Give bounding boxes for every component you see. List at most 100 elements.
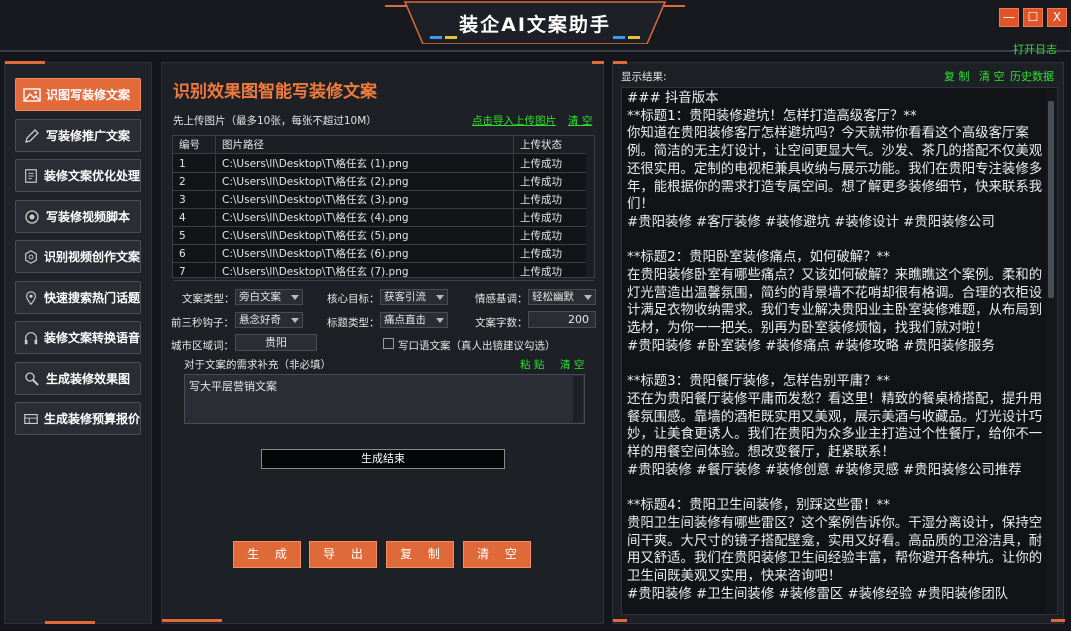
close-button[interactable]: X bbox=[1047, 8, 1067, 27]
page-title: 识别效果图智能写装修文案 bbox=[173, 82, 377, 102]
row-path: C:\Users\ll\Desktop\T\格任玄 (6).png bbox=[216, 245, 514, 263]
column-header-index: 编号 bbox=[173, 136, 216, 154]
clear-button[interactable]: 清 空 bbox=[463, 541, 531, 568]
sidebar-item-copy-optimize[interactable]: 装修文案优化处理 bbox=[15, 159, 141, 192]
panel-accent bbox=[162, 619, 222, 622]
paste-link[interactable]: 粘 贴 bbox=[520, 357, 544, 372]
word-count-input[interactable]: 200 bbox=[528, 311, 596, 328]
row-path: C:\Users\ll\Desktop\T\格任玄 (1).png bbox=[216, 155, 514, 173]
copy-type-select[interactable]: 旁白文案 bbox=[235, 289, 303, 305]
sidebar-item-video-script[interactable]: 写装修视频脚本 bbox=[15, 200, 141, 233]
sidebar-item-promo-copy[interactable]: 写装修推广文案 bbox=[15, 119, 141, 152]
camera-icon bbox=[25, 209, 39, 224]
table-row[interactable]: 4 C:\Users\ll\Desktop\T\格任玄 (4).png 上传成功 bbox=[173, 209, 594, 227]
tone-select[interactable]: 轻松幽默 bbox=[528, 289, 596, 305]
row-index: 1 bbox=[173, 155, 216, 173]
app-title: 装企AI文案助手 bbox=[459, 14, 611, 36]
clear-supplement-link[interactable]: 清 空 bbox=[560, 357, 584, 372]
chevron-down-icon bbox=[436, 295, 444, 300]
oral-copy-label: 写口语文案（真人出镜建议勾选） bbox=[398, 340, 556, 352]
hook-select[interactable]: 悬念好奇 bbox=[235, 312, 303, 328]
title-type-value: 痛点直击 bbox=[384, 314, 426, 326]
chevron-down-icon bbox=[584, 295, 592, 300]
sidebar-item-label: 生成装修预算报价 bbox=[43, 412, 140, 426]
row-status: 上传成功 bbox=[520, 248, 562, 260]
image-icon bbox=[23, 87, 41, 102]
table-row[interactable]: 1 C:\Users\ll\Desktop\T\格任玄 (1).png 上传成功 bbox=[173, 155, 594, 173]
clear-images-link[interactable]: 清 空 bbox=[568, 113, 592, 128]
copy-button[interactable]: 复 制 bbox=[386, 541, 454, 568]
textarea-scrollbar[interactable] bbox=[573, 376, 583, 422]
export-button[interactable]: 导 出 bbox=[309, 541, 377, 568]
sidebar-item-label: 写装修视频脚本 bbox=[46, 210, 131, 224]
row-status: 上传成功 bbox=[520, 266, 562, 278]
sidebar-item-hot-topics[interactable]: 快速搜索热门话题 bbox=[15, 281, 141, 314]
row-status: 上传成功 bbox=[520, 158, 562, 170]
oral-copy-checkbox[interactable] bbox=[383, 338, 394, 349]
row-path: C:\Users\ll\Desktop\T\格任玄 (5).png bbox=[216, 227, 514, 245]
generate-button[interactable]: 生 成 bbox=[233, 541, 301, 568]
title-type-label: 标题类型： bbox=[327, 317, 380, 329]
column-header-path: 图片路径 bbox=[216, 136, 514, 154]
table-row[interactable]: 7 C:\Users\ll\Desktop\T\格任玄 (7).png 上传成功 bbox=[173, 263, 594, 281]
title-bar-divider bbox=[0, 50, 1071, 52]
sidebar-item-label: 生成装修效果图 bbox=[46, 372, 131, 386]
panel-accent bbox=[1051, 619, 1065, 622]
sidebar-item-render-image[interactable]: 生成装修效果图 bbox=[15, 362, 141, 395]
copy-type-label: 文案类型： bbox=[182, 293, 235, 305]
maximize-button[interactable]: ☐ bbox=[1023, 8, 1043, 27]
upload-hint: 先上传图片（最多10张，每张不超过10M） bbox=[173, 115, 377, 127]
minimize-button[interactable]: — bbox=[999, 8, 1019, 27]
import-images-link[interactable]: 点击导入上传图片 bbox=[472, 113, 556, 128]
status-bar: 生成结束 bbox=[261, 449, 505, 469]
table-header: 编号 图片路径 上传状态 bbox=[173, 136, 594, 154]
tone-value: 轻松幽默 bbox=[532, 291, 574, 303]
result-scrollbar[interactable] bbox=[1046, 89, 1056, 613]
main-panel: 识别效果图智能写装修文案 先上传图片（最多10张，每张不超过10M） 点击导入上… bbox=[161, 61, 604, 624]
headphones-icon bbox=[24, 331, 38, 344]
result-textbox[interactable]: ### 抖音版本 **标题1：贵阳装修避坑！怎样打造高级客厅？** 你知道在贵阳… bbox=[621, 87, 1058, 615]
image-table: 编号 图片路径 上传状态 1 C:\Users\ll\Desktop\T\格任玄 … bbox=[172, 135, 595, 281]
core-goal-label: 核心目标： bbox=[327, 293, 380, 305]
row-status: 上传成功 bbox=[520, 176, 562, 188]
row-path: C:\Users\ll\Desktop\T\格任玄 (7).png bbox=[216, 263, 514, 281]
sidebar-item-label: 识图写装修文案 bbox=[46, 88, 131, 102]
video-settings-icon bbox=[25, 249, 37, 264]
sidebar-item-budget-quote[interactable]: 生成装修预算报价 bbox=[15, 402, 141, 435]
sidebar-item-text-to-speech[interactable]: 装修文案转换语音 bbox=[15, 321, 141, 354]
sidebar-item-image-copy[interactable]: 识图写装修文案 bbox=[15, 78, 141, 111]
sidebar-item-label: 装修文案优化处理 bbox=[43, 169, 140, 183]
sidebar-item-video-recognize[interactable]: 识别视频创作文案 bbox=[15, 240, 141, 273]
title-type-select[interactable]: 痛点直击 bbox=[380, 312, 448, 328]
result-text: ### 抖音版本 **标题1：贵阳装修避坑！怎样打造高级客厅？** 你知道在贵阳… bbox=[627, 91, 1043, 602]
table-scrollbar[interactable] bbox=[586, 136, 594, 277]
row-index: 5 bbox=[173, 227, 216, 245]
sidebar-item-label: 装修文案转换语音 bbox=[43, 331, 140, 345]
word-count-label: 文案字数： bbox=[475, 317, 528, 329]
table-row[interactable]: 5 C:\Users\ll\Desktop\T\格任玄 (5).png 上传成功 bbox=[173, 227, 594, 245]
open-log-link[interactable]: 打开日志 bbox=[1013, 41, 1057, 57]
history-link[interactable]: 历史数据 bbox=[1010, 68, 1054, 84]
row-index: 6 bbox=[173, 245, 216, 263]
supplement-label: 对于文案的需求补充（非必填） bbox=[184, 359, 331, 371]
city-input[interactable]: 贵阳 bbox=[235, 334, 317, 351]
table-row[interactable]: 3 C:\Users\ll\Desktop\T\格任玄 (3).png 上传成功 bbox=[173, 191, 594, 209]
sidebar-item-label: 识别视频创作文案 bbox=[43, 250, 140, 264]
clear-result-link[interactable]: 清 空 bbox=[979, 68, 1005, 84]
copy-type-value: 旁白文案 bbox=[239, 291, 281, 303]
result-scroll-thumb[interactable] bbox=[1048, 101, 1054, 298]
copy-result-link[interactable]: 复 制 bbox=[944, 68, 970, 84]
core-goal-select[interactable]: 获客引流 bbox=[380, 289, 448, 305]
panel-accent bbox=[613, 619, 627, 622]
result-label: 显示结果: bbox=[621, 71, 667, 83]
supplement-textarea[interactable]: 写大平层营销文案 bbox=[184, 374, 585, 424]
row-index: 3 bbox=[173, 191, 216, 209]
location-search-icon bbox=[25, 290, 37, 305]
panel-accent bbox=[592, 61, 604, 64]
brush-icon bbox=[25, 371, 39, 386]
row-index: 4 bbox=[173, 209, 216, 227]
panel-accent bbox=[613, 61, 627, 64]
table-row[interactable]: 2 C:\Users\ll\Desktop\T\格任玄 (2).png 上传成功 bbox=[173, 173, 594, 191]
row-index: 7 bbox=[173, 263, 216, 281]
table-row[interactable]: 6 C:\Users\ll\Desktop\T\格任玄 (6).png 上传成功 bbox=[173, 245, 594, 263]
